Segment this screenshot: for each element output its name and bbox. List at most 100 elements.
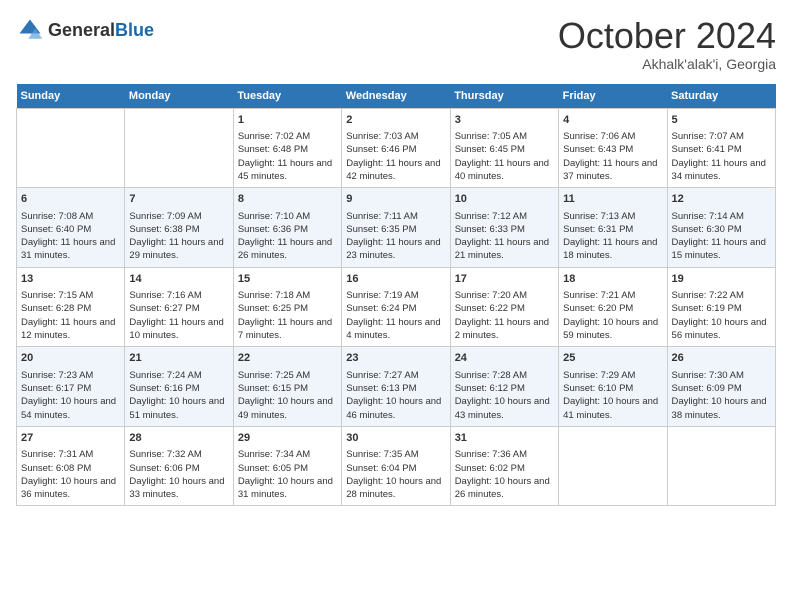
calendar-cell xyxy=(17,108,125,188)
day-detail: Sunrise: 7:09 AM Sunset: 6:38 PM Dayligh… xyxy=(129,210,228,263)
calendar-cell: 11 Sunrise: 7:13 AM Sunset: 6:31 PM Dayli… xyxy=(559,188,667,268)
calendar-cell: 25Sunrise: 7:29 AM Sunset: 6:10 PM Dayli… xyxy=(559,347,667,427)
calendar-cell: 31Sunrise: 7:36 AM Sunset: 6:02 PM Dayli… xyxy=(450,426,558,506)
calendar-cell: 10Sunrise: 7:12 AM Sunset: 6:33 PM Dayli… xyxy=(450,188,558,268)
calendar-cell: 7 Sunrise: 7:09 AM Sunset: 6:38 PM Daylig… xyxy=(125,188,233,268)
calendar-cell xyxy=(559,426,667,506)
calendar-cell: 27 Sunrise: 7:31 AM Sunset: 6:08 PM Dayli… xyxy=(17,426,125,506)
day-detail: Sunrise: 7:06 AM Sunset: 6:43 PM Dayligh… xyxy=(563,130,662,183)
day-detail: Sunrise: 7:35 AM Sunset: 6:04 PM Dayligh… xyxy=(346,448,445,501)
day-detail: Sunrise: 7:13 AM Sunset: 6:31 PM Dayligh… xyxy=(563,210,662,263)
day-number: 10 xyxy=(455,192,554,207)
day-number: 27 xyxy=(21,431,120,446)
column-header-tuesday: Tuesday xyxy=(233,84,341,109)
title-block: October 2024 Akhalk'alak'i, Georgia xyxy=(558,16,776,72)
day-detail: Sunrise: 7:10 AM Sunset: 6:36 PM Dayligh… xyxy=(238,210,337,263)
day-number: 14 xyxy=(129,272,228,287)
calendar-cell: 29Sunrise: 7:34 AM Sunset: 6:05 PM Dayli… xyxy=(233,426,341,506)
day-number: 26 xyxy=(672,351,771,366)
day-detail: Sunrise: 7:08 AM Sunset: 6:40 PM Dayligh… xyxy=(21,210,120,263)
day-number: 23 xyxy=(346,351,445,366)
calendar-cell xyxy=(125,108,233,188)
day-number: 21 xyxy=(129,351,228,366)
day-number: 8 xyxy=(238,192,337,207)
calendar-cell: 4 Sunrise: 7:06 AM Sunset: 6:43 PM Daylig… xyxy=(559,108,667,188)
day-detail: Sunrise: 7:30 AM Sunset: 6:09 PM Dayligh… xyxy=(672,369,771,422)
column-header-thursday: Thursday xyxy=(450,84,558,109)
day-number: 24 xyxy=(455,351,554,366)
day-detail: Sunrise: 7:22 AM Sunset: 6:19 PM Dayligh… xyxy=(672,289,771,342)
day-number: 12 xyxy=(672,192,771,207)
day-number: 19 xyxy=(672,272,771,287)
calendar-cell: 14 Sunrise: 7:16 AM Sunset: 6:27 PM Dayli… xyxy=(125,267,233,347)
day-detail: Sunrise: 7:21 AM Sunset: 6:20 PM Dayligh… xyxy=(563,289,662,342)
calendar-cell: 24 Sunrise: 7:28 AM Sunset: 6:12 PM Dayli… xyxy=(450,347,558,427)
calendar-week-row: 27 Sunrise: 7:31 AM Sunset: 6:08 PM Dayli… xyxy=(17,426,776,506)
day-number: 3 xyxy=(455,113,554,128)
logo-icon xyxy=(16,16,44,44)
calendar-week-row: 20 Sunrise: 7:23 AM Sunset: 6:17 PM Dayli… xyxy=(17,347,776,427)
day-detail: Sunrise: 7:23 AM Sunset: 6:17 PM Dayligh… xyxy=(21,369,120,422)
day-detail: Sunrise: 7:19 AM Sunset: 6:24 PM Dayligh… xyxy=(346,289,445,342)
day-detail: Sunrise: 7:29 AM Sunset: 6:10 PM Dayligh… xyxy=(563,369,662,422)
page-header: GeneralBlue October 2024 Akhalk'alak'i, … xyxy=(16,16,776,72)
calendar-cell: 2 Sunrise: 7:03 AM Sunset: 6:46 PM Daylig… xyxy=(342,108,450,188)
day-number: 6 xyxy=(21,192,120,207)
column-header-saturday: Saturday xyxy=(667,84,775,109)
day-detail: Sunrise: 7:16 AM Sunset: 6:27 PM Dayligh… xyxy=(129,289,228,342)
day-number: 30 xyxy=(346,431,445,446)
logo-text: GeneralBlue xyxy=(48,20,154,41)
day-number: 18 xyxy=(563,272,662,287)
day-detail: Sunrise: 7:03 AM Sunset: 6:46 PM Dayligh… xyxy=(346,130,445,183)
location: Akhalk'alak'i, Georgia xyxy=(558,56,776,72)
calendar-cell: 9Sunrise: 7:11 AM Sunset: 6:35 PM Daylig… xyxy=(342,188,450,268)
day-detail: Sunrise: 7:05 AM Sunset: 6:45 PM Dayligh… xyxy=(455,130,554,183)
day-detail: Sunrise: 7:24 AM Sunset: 6:16 PM Dayligh… xyxy=(129,369,228,422)
calendar-week-row: 1 Sunrise: 7:02 AM Sunset: 6:48 PM Daylig… xyxy=(17,108,776,188)
calendar-cell: 15Sunrise: 7:18 AM Sunset: 6:25 PM Dayli… xyxy=(233,267,341,347)
day-detail: Sunrise: 7:14 AM Sunset: 6:30 PM Dayligh… xyxy=(672,210,771,263)
day-detail: Sunrise: 7:20 AM Sunset: 6:22 PM Dayligh… xyxy=(455,289,554,342)
calendar-cell: 8 Sunrise: 7:10 AM Sunset: 6:36 PM Daylig… xyxy=(233,188,341,268)
column-header-friday: Friday xyxy=(559,84,667,109)
day-number: 11 xyxy=(563,192,662,207)
calendar-cell: 28 Sunrise: 7:32 AM Sunset: 6:06 PM Dayli… xyxy=(125,426,233,506)
calendar-cell: 1 Sunrise: 7:02 AM Sunset: 6:48 PM Daylig… xyxy=(233,108,341,188)
logo: GeneralBlue xyxy=(16,16,154,44)
day-number: 28 xyxy=(129,431,228,446)
calendar-cell: 6 Sunrise: 7:08 AM Sunset: 6:40 PM Daylig… xyxy=(17,188,125,268)
calendar-cell: 20 Sunrise: 7:23 AM Sunset: 6:17 PM Dayli… xyxy=(17,347,125,427)
column-header-monday: Monday xyxy=(125,84,233,109)
day-detail: Sunrise: 7:25 AM Sunset: 6:15 PM Dayligh… xyxy=(238,369,337,422)
day-detail: Sunrise: 7:27 AM Sunset: 6:13 PM Dayligh… xyxy=(346,369,445,422)
day-number: 1 xyxy=(238,113,337,128)
day-number: 16 xyxy=(346,272,445,287)
header-row: SundayMondayTuesdayWednesdayThursdayFrid… xyxy=(17,84,776,109)
column-header-wednesday: Wednesday xyxy=(342,84,450,109)
day-number: 2 xyxy=(346,113,445,128)
day-detail: Sunrise: 7:31 AM Sunset: 6:08 PM Dayligh… xyxy=(21,448,120,501)
calendar-cell: 12 Sunrise: 7:14 AM Sunset: 6:30 PM Dayli… xyxy=(667,188,775,268)
day-number: 4 xyxy=(563,113,662,128)
calendar-cell: 23 Sunrise: 7:27 AM Sunset: 6:13 PM Dayli… xyxy=(342,347,450,427)
day-detail: Sunrise: 7:07 AM Sunset: 6:41 PM Dayligh… xyxy=(672,130,771,183)
day-detail: Sunrise: 7:11 AM Sunset: 6:35 PM Dayligh… xyxy=(346,210,445,263)
calendar-cell: 5Sunrise: 7:07 AM Sunset: 6:41 PM Daylig… xyxy=(667,108,775,188)
calendar-cell: 13 Sunrise: 7:15 AM Sunset: 6:28 PM Dayli… xyxy=(17,267,125,347)
day-detail: Sunrise: 7:32 AM Sunset: 6:06 PM Dayligh… xyxy=(129,448,228,501)
calendar-week-row: 13 Sunrise: 7:15 AM Sunset: 6:28 PM Dayli… xyxy=(17,267,776,347)
calendar-cell: 16 Sunrise: 7:19 AM Sunset: 6:24 PM Dayli… xyxy=(342,267,450,347)
day-detail: Sunrise: 7:15 AM Sunset: 6:28 PM Dayligh… xyxy=(21,289,120,342)
day-number: 20 xyxy=(21,351,120,366)
day-number: 13 xyxy=(21,272,120,287)
day-detail: Sunrise: 7:02 AM Sunset: 6:48 PM Dayligh… xyxy=(238,130,337,183)
day-number: 15 xyxy=(238,272,337,287)
month-title: October 2024 xyxy=(558,16,776,56)
day-number: 17 xyxy=(455,272,554,287)
day-detail: Sunrise: 7:28 AM Sunset: 6:12 PM Dayligh… xyxy=(455,369,554,422)
day-number: 7 xyxy=(129,192,228,207)
day-number: 31 xyxy=(455,431,554,446)
day-number: 22 xyxy=(238,351,337,366)
calendar-cell: 30 Sunrise: 7:35 AM Sunset: 6:04 PM Dayli… xyxy=(342,426,450,506)
calendar-table: SundayMondayTuesdayWednesdayThursdayFrid… xyxy=(16,84,776,507)
